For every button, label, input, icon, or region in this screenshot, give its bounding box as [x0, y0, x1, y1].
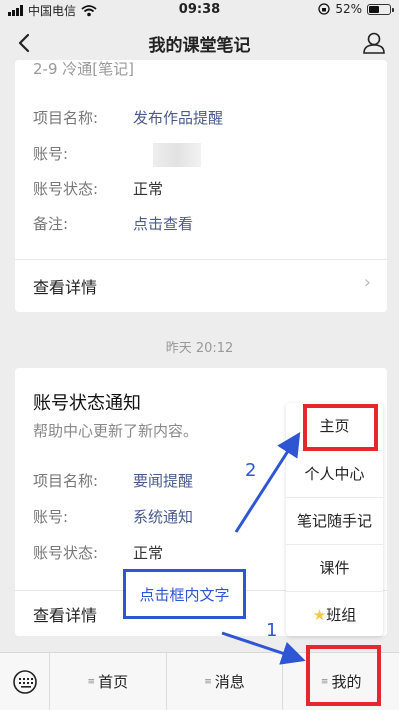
status-bar: 中国电信 09:38 52%: [0, 0, 399, 20]
row-value: 正常: [133, 544, 164, 562]
tab-messages[interactable]: ≡ 消息: [167, 653, 284, 710]
row-key: 账号状态:: [33, 180, 99, 198]
menu-icon: ≡: [87, 676, 96, 687]
row-value-link[interactable]: 点击查看: [133, 213, 193, 234]
instruction-label: 点击框内文字: [123, 569, 246, 619]
step-number-1: 1: [266, 620, 278, 641]
row-key: 账号:: [33, 145, 69, 163]
view-details-link[interactable]: 查看详情: [33, 602, 97, 626]
tab-label: 首页: [98, 673, 129, 691]
row-value-link[interactable]: 要闻提醒: [133, 470, 193, 491]
info-row: 备注: 点击查看: [33, 213, 193, 234]
user-icon[interactable]: [361, 29, 387, 57]
chevron-right-icon: ›: [363, 272, 371, 293]
step-number-2: 2: [245, 460, 257, 481]
info-row: 账号:: [33, 143, 201, 167]
row-key: 项目名称:: [33, 109, 99, 127]
menu-item-personal-center[interactable]: 个人中心: [286, 450, 383, 496]
timestamp: 昨天 20:12: [165, 341, 234, 356]
rotation-lock-icon: [318, 3, 330, 15]
info-row: 账号: 系统通知: [33, 506, 193, 527]
star-icon: ★: [312, 606, 327, 624]
menu-item-courseware[interactable]: 课件: [286, 544, 383, 590]
row-value-link[interactable]: 系统通知: [133, 506, 193, 527]
row-value-link[interactable]: 发布作品提醒: [133, 107, 223, 128]
view-details-link[interactable]: 查看详情: [33, 274, 97, 298]
highlight-box-mine: [306, 645, 381, 706]
card-title: 账号状态通知: [33, 393, 141, 414]
row-key: 项目名称:: [33, 472, 99, 490]
row-key: 账号:: [33, 508, 69, 526]
battery-icon: [367, 3, 394, 15]
tab-home[interactable]: ≡ 首页: [50, 653, 167, 710]
page-title: 我的课堂笔记: [148, 36, 251, 56]
info-row: 账号状态: 正常: [33, 178, 163, 199]
redacted-value: [153, 143, 201, 167]
notification-card: 2-9 冷通[笔记] 项目名称: 发布作品提醒 账号: 账号状态: 正常 备注: 点击…: [15, 60, 387, 312]
card-header: 2-9 冷通[笔记]: [33, 60, 134, 78]
battery-percent: 52%: [335, 2, 362, 16]
row-key: 账号状态:: [33, 544, 99, 562]
divider: [15, 259, 387, 260]
highlight-box-home: [303, 404, 378, 451]
menu-item-notes[interactable]: 笔记随手记: [286, 497, 383, 543]
info-row: 账号状态: 正常: [33, 542, 163, 563]
info-row: 项目名称: 发布作品提醒: [33, 107, 223, 128]
row-value: 正常: [133, 180, 164, 198]
row-key: 备注:: [33, 215, 69, 233]
menu-icon: ≡: [204, 676, 212, 687]
menu-item-class-group[interactable]: ★班组: [286, 591, 383, 637]
card-subtitle: 帮助中心更新了新内容。: [33, 422, 199, 440]
info-row: 项目名称: 要闻提醒: [33, 470, 193, 491]
menu-item-label: 班组: [326, 606, 357, 624]
tab-label: 消息: [214, 673, 245, 691]
keyboard-icon[interactable]: [0, 653, 50, 710]
